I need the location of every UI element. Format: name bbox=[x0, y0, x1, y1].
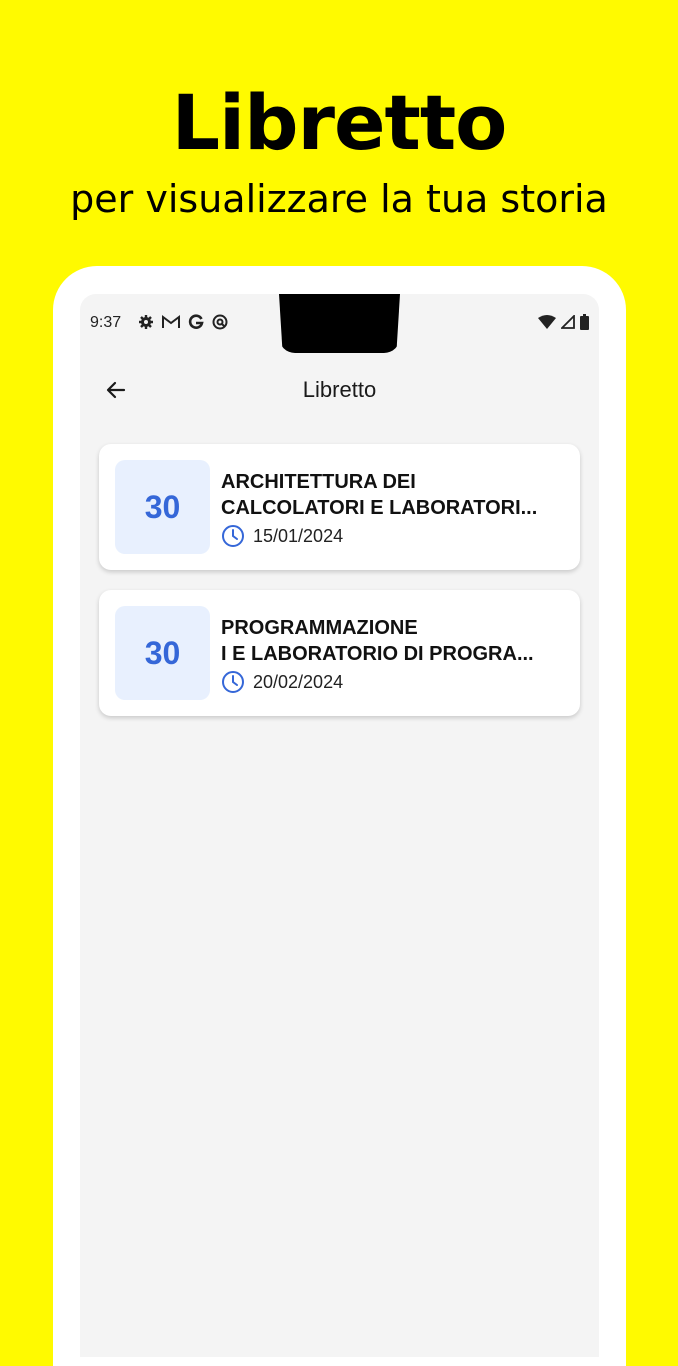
exam-date-text: 15/01/2024 bbox=[253, 525, 344, 546]
status-icons-right bbox=[538, 313, 589, 335]
exam-card[interactable]: 30 ARCHITETTURA DEI CALCOLATORI E LABORA… bbox=[99, 444, 580, 570]
phone-screen: 9:37 Libretto 30 ARCHITETTURA DEI CALCOL… bbox=[80, 294, 599, 1357]
course-name-line2: CALCOLATORI E LABORATORI... bbox=[221, 497, 538, 519]
clock-icon bbox=[222, 525, 244, 547]
exam-card[interactable]: 30 PROGRAMMAZIONE I E LABORATORIO DI PRO… bbox=[99, 590, 580, 716]
promo-title: Libretto bbox=[171, 78, 508, 167]
vpn-icon bbox=[212, 314, 228, 335]
grade-badge: 30 bbox=[115, 460, 210, 554]
status-icons-left bbox=[138, 314, 228, 335]
course-name-line1: ARCHITETTURA DEI bbox=[221, 471, 416, 493]
course-name-line2: I E LABORATORIO DI PROGRA... bbox=[221, 643, 534, 665]
promo-subtitle: per visualizzare la tua storia bbox=[70, 177, 608, 221]
exam-date: 15/01/2024 bbox=[221, 524, 343, 548]
status-bar: 9:37 bbox=[80, 294, 599, 353]
status-time: 9:37 bbox=[90, 314, 122, 331]
grade-badge: 30 bbox=[115, 606, 210, 700]
signal-icon bbox=[559, 313, 575, 334]
clock-icon bbox=[222, 671, 244, 693]
camera-notch bbox=[279, 294, 400, 353]
course-name: PROGRAMMAZIONE I E LABORATORIO DI PROGRA… bbox=[221, 615, 566, 667]
battery-icon bbox=[580, 314, 589, 335]
google-icon bbox=[188, 314, 204, 335]
wifi-icon bbox=[538, 315, 556, 334]
course-name: ARCHITETTURA DEI CALCOLATORI E LABORATOR… bbox=[221, 469, 566, 521]
course-name-line1: PROGRAMMAZIONE bbox=[221, 617, 418, 639]
page-title: Libretto bbox=[302, 377, 377, 402]
app-bar: Libretto bbox=[80, 364, 599, 416]
exam-date-text: 20/02/2024 bbox=[253, 671, 344, 692]
gmail-icon bbox=[162, 315, 180, 334]
settings-icon bbox=[138, 314, 154, 335]
exam-date: 20/02/2024 bbox=[221, 670, 343, 694]
exam-list: 30 ARCHITETTURA DEI CALCOLATORI E LABORA… bbox=[99, 444, 580, 736]
